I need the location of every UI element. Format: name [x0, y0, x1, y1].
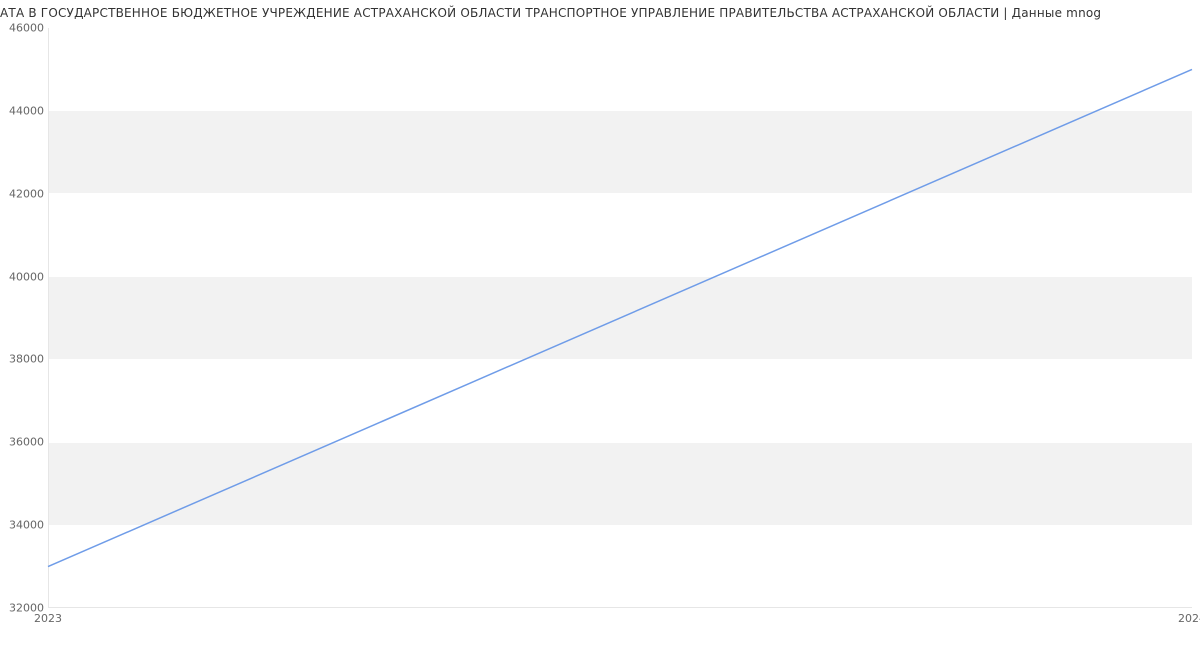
y-axis-tick-label: 46000: [4, 22, 44, 35]
chart-plot-area: [48, 28, 1192, 608]
x-axis-tick-label: 2023: [34, 612, 62, 625]
y-axis-tick-label: 38000: [4, 353, 44, 366]
y-axis-tick-label: 36000: [4, 436, 44, 449]
chart-line-series: [48, 28, 1192, 608]
y-axis-tick-label: 42000: [4, 187, 44, 200]
chart-title: АТА В ГОСУДАРСТВЕННОЕ БЮДЖЕТНОЕ УЧРЕЖДЕН…: [0, 6, 1200, 20]
x-axis-tick-label: 2024: [1178, 612, 1200, 625]
y-axis-tick-label: 34000: [4, 519, 44, 532]
y-axis-tick-label: 44000: [4, 104, 44, 117]
y-axis-tick-label: 40000: [4, 270, 44, 283]
